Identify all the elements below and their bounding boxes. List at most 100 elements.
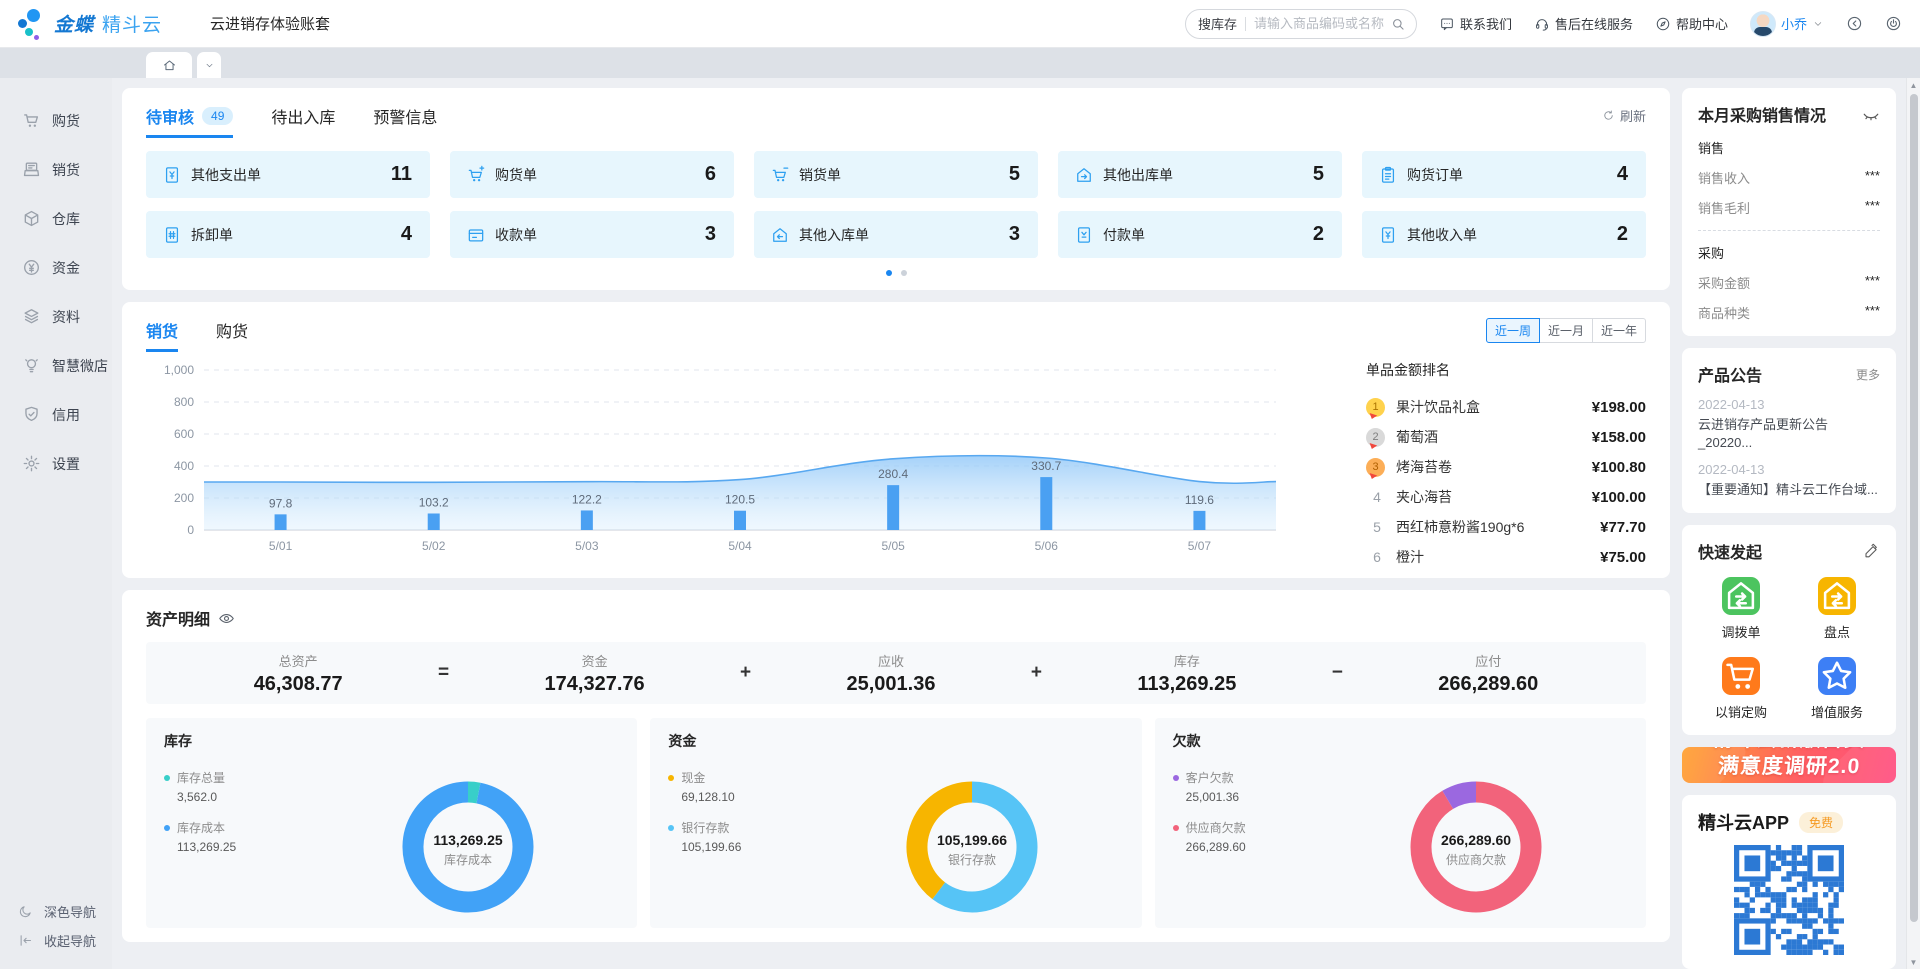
- sidebar-item-register[interactable]: 销货: [0, 145, 112, 194]
- ranking-item-1[interactable]: 2葡萄酒¥158.00: [1366, 422, 1646, 452]
- todo-card-3[interactable]: 其他出库单5: [1058, 151, 1342, 198]
- eye-icon[interactable]: [218, 610, 235, 627]
- announcements-more-link[interactable]: 更多: [1856, 366, 1880, 383]
- announcement-item-0[interactable]: 2022-04-13云进销存产品更新公告_20220...: [1698, 397, 1880, 451]
- sidebar-item-yen-circle[interactable]: 资金: [0, 243, 112, 292]
- todo-card-count: 2: [1313, 223, 1324, 246]
- logout-button[interactable]: [1885, 15, 1902, 32]
- header-link-compass[interactable]: 帮助中心: [1655, 14, 1728, 33]
- todo-card-4[interactable]: 购货订单4: [1362, 151, 1646, 198]
- user-menu[interactable]: 小乔: [1750, 11, 1824, 37]
- todo-card-label: 购货订单: [1407, 165, 1463, 185]
- announcement-text[interactable]: 【重要通知】精斗云工作台域...: [1698, 481, 1880, 499]
- sidebar-item-cube[interactable]: 仓库: [0, 194, 112, 243]
- announcement-date: 2022-04-13: [1698, 462, 1880, 477]
- shield-icon: [22, 405, 41, 424]
- range-label: 近一月: [1548, 322, 1584, 339]
- brand-logo[interactable]: 金蝶 精斗云: [16, 7, 188, 41]
- range-button-1[interactable]: 近一月: [1539, 318, 1593, 343]
- todo-tab-0[interactable]: 待审核49: [146, 104, 233, 138]
- search-input[interactable]: [1254, 16, 1390, 31]
- sidebar-item-layers[interactable]: 资料: [0, 292, 112, 341]
- ranking-item-2[interactable]: 3烤海苔卷¥100.80: [1366, 452, 1646, 482]
- pagination-dot-1[interactable]: [901, 270, 907, 276]
- ranking-item-4[interactable]: 5西红柿意粉酱190g*6¥77.70: [1366, 512, 1646, 542]
- cart-minus-icon: [770, 165, 790, 185]
- home-tab[interactable]: [146, 52, 192, 78]
- todo-tab-1[interactable]: 待出入库: [271, 104, 335, 138]
- todo-card-2[interactable]: 销货单5: [754, 151, 1038, 198]
- refresh-button[interactable]: 刷新: [1602, 106, 1646, 125]
- range-button-2[interactable]: 近一年: [1592, 318, 1646, 343]
- range-button-0[interactable]: 近一周: [1486, 318, 1540, 343]
- sidebar-toggle-moon[interactable]: 深色导航: [0, 897, 112, 926]
- quick-action-1[interactable]: 盘点: [1794, 577, 1880, 641]
- todo-card-8[interactable]: 付款单2: [1058, 211, 1342, 258]
- scrollbar-thumb[interactable]: [1910, 94, 1918, 922]
- sidebar-item-gear[interactable]: 设置: [0, 439, 112, 488]
- todo-card-count: 5: [1009, 163, 1020, 186]
- donut-chart-欠款: 266,289.60供应商欠款: [1325, 763, 1628, 927]
- sidebar-item-label: 销货: [52, 160, 80, 180]
- ranking-item-amount: ¥198.00: [1592, 399, 1646, 416]
- sidebar-toggle-collapse[interactable]: 收起导航: [0, 926, 112, 955]
- ranking-item-3[interactable]: 4夹心海苔¥100.00: [1366, 482, 1646, 512]
- chevron-down-icon: [204, 60, 215, 71]
- todo-card-count: 2: [1617, 223, 1628, 246]
- formula-label: 应付: [1438, 651, 1538, 670]
- main-sidebar: 购货销货仓库资金资料智慧微店信用设置 深色导航收起导航: [0, 78, 112, 969]
- scroll-up-arrow[interactable]: ▲: [1907, 78, 1920, 92]
- search-box[interactable]: 搜库存: [1185, 9, 1417, 39]
- header-link-headset[interactable]: 售后在线服务: [1534, 14, 1633, 33]
- avatar[interactable]: [1750, 11, 1776, 37]
- todo-card-6[interactable]: 收款单3: [450, 211, 734, 258]
- legend-label: 客户欠款: [1186, 769, 1234, 786]
- medal-icon-rank1: 1: [1366, 398, 1385, 417]
- quick-action-3[interactable]: 增值服务: [1794, 657, 1880, 721]
- sidebar-item-bulb[interactable]: 智慧微店: [0, 341, 112, 390]
- todo-tab-2[interactable]: 预警信息: [373, 104, 437, 138]
- monthly-row: 采购金额***: [1698, 273, 1880, 292]
- tab-dropdown-button[interactable]: [197, 52, 221, 78]
- eye-closed-icon[interactable]: [1862, 105, 1880, 123]
- user-name: 小乔: [1781, 14, 1807, 33]
- edit-icon[interactable]: [1864, 543, 1880, 559]
- search-icon[interactable]: [1390, 16, 1406, 32]
- sidebar-item-cart[interactable]: 购货: [0, 96, 112, 145]
- ranking-item-amount: ¥158.00: [1592, 429, 1646, 446]
- quick-action-0[interactable]: 调拨单: [1698, 577, 1784, 641]
- todo-card-1[interactable]: 购货单6: [450, 151, 734, 198]
- pagination-dot-0[interactable]: [886, 270, 892, 276]
- scroll-down-arrow[interactable]: ▼: [1907, 955, 1920, 969]
- tab-badge: 49: [202, 107, 233, 125]
- monthly-row-label: 采购金额: [1698, 273, 1750, 292]
- trade-tab-1[interactable]: 购货: [216, 318, 248, 352]
- quick-actions-title: 快速发起: [1698, 539, 1762, 563]
- quick-action-2[interactable]: 以销定购: [1698, 657, 1784, 721]
- ranking-item-name: 果汁饮品礼盒: [1396, 397, 1584, 417]
- star-icon: [1818, 657, 1856, 695]
- app-download-card: 精斗云APP 免费: [1682, 795, 1896, 969]
- ranking-item-5[interactable]: 6橙汁¥75.00: [1366, 542, 1646, 572]
- todo-card-7[interactable]: 其他入库单3: [754, 211, 1038, 258]
- announcement-item-1[interactable]: 2022-04-13 【重要通知】精斗云工作台域...: [1698, 462, 1880, 499]
- header-link-chat[interactable]: 联系我们: [1439, 14, 1512, 33]
- svg-text:5/01: 5/01: [269, 539, 293, 553]
- back-button[interactable]: [1846, 15, 1863, 32]
- free-badge: 免费: [1799, 812, 1843, 833]
- todo-card-count: 3: [705, 223, 716, 246]
- monthly-row-label: 销售收入: [1698, 168, 1750, 187]
- svg-text:800: 800: [174, 395, 194, 409]
- search-category[interactable]: 搜库存: [1198, 14, 1237, 33]
- trade-tab-0[interactable]: 销货: [146, 318, 178, 352]
- survey-banner[interactable]: 精斗云新版首页 满意度调研2.0 全新首页已到来 期待收到您的反馈: [1682, 747, 1896, 783]
- header-link-label: 售后在线服务: [1555, 14, 1633, 33]
- todo-card-0[interactable]: 其他支出单11: [146, 151, 430, 198]
- svg-text:0: 0: [187, 523, 194, 537]
- scrollbar[interactable]: ▲ ▼: [1906, 78, 1920, 969]
- announcement-text[interactable]: 云进销存产品更新公告_20220...: [1698, 416, 1880, 451]
- todo-card-5[interactable]: 拆卸单4: [146, 211, 430, 258]
- ranking-item-0[interactable]: 1 果汁饮品礼盒 ¥198.00: [1366, 392, 1646, 422]
- todo-card-9[interactable]: 其他收入单2: [1362, 211, 1646, 258]
- sidebar-item-shield[interactable]: 信用: [0, 390, 112, 439]
